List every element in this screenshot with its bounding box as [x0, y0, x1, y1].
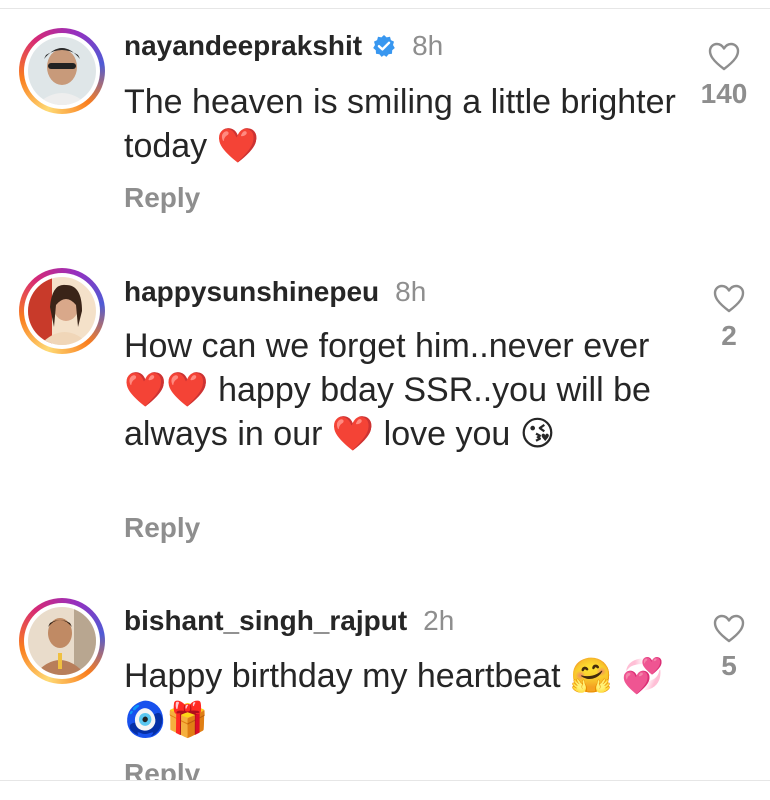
comment-username[interactable]: nayandeeprakshit: [124, 30, 362, 62]
heart-outline-icon[interactable]: [708, 42, 740, 72]
comment-username[interactable]: happysunshinepeu: [124, 276, 379, 308]
avatar[interactable]: [19, 598, 105, 684]
like-control: 2: [699, 284, 759, 352]
avatar[interactable]: [19, 28, 105, 114]
comment-text: Happy birthday my heartbeat 🤗 💞🧿🎁: [124, 656, 665, 740]
like-control: 140: [694, 42, 754, 110]
like-count: 5: [721, 650, 737, 681]
comment-timestamp: 2h: [423, 605, 455, 636]
reply-button[interactable]: Reply: [124, 182, 200, 214]
comment-username[interactable]: bishant_singh_rajput: [124, 605, 407, 637]
comment-text: How can we forget him..never ever❤️❤️ ha…: [124, 327, 651, 454]
verified-badge-icon: [373, 35, 395, 57]
avatar-image: [28, 37, 96, 105]
comment-timestamp: 8h: [395, 276, 427, 307]
top-divider: [0, 8, 770, 9]
avatar-image: [28, 607, 96, 675]
comment-text: The heaven is smiling a little brighter …: [124, 83, 676, 166]
reply-button[interactable]: Reply: [124, 512, 200, 544]
like-count: 2: [721, 320, 737, 351]
heart-outline-icon[interactable]: [713, 284, 745, 314]
like-control: 5: [699, 614, 759, 682]
comment-timestamp: 8h: [412, 30, 444, 61]
bottom-mask: [0, 780, 770, 800]
heart-outline-icon[interactable]: [713, 614, 745, 644]
like-count: 140: [700, 78, 748, 109]
avatar-image: [28, 277, 96, 345]
bottom-divider: [0, 780, 770, 781]
avatar[interactable]: [19, 268, 105, 354]
